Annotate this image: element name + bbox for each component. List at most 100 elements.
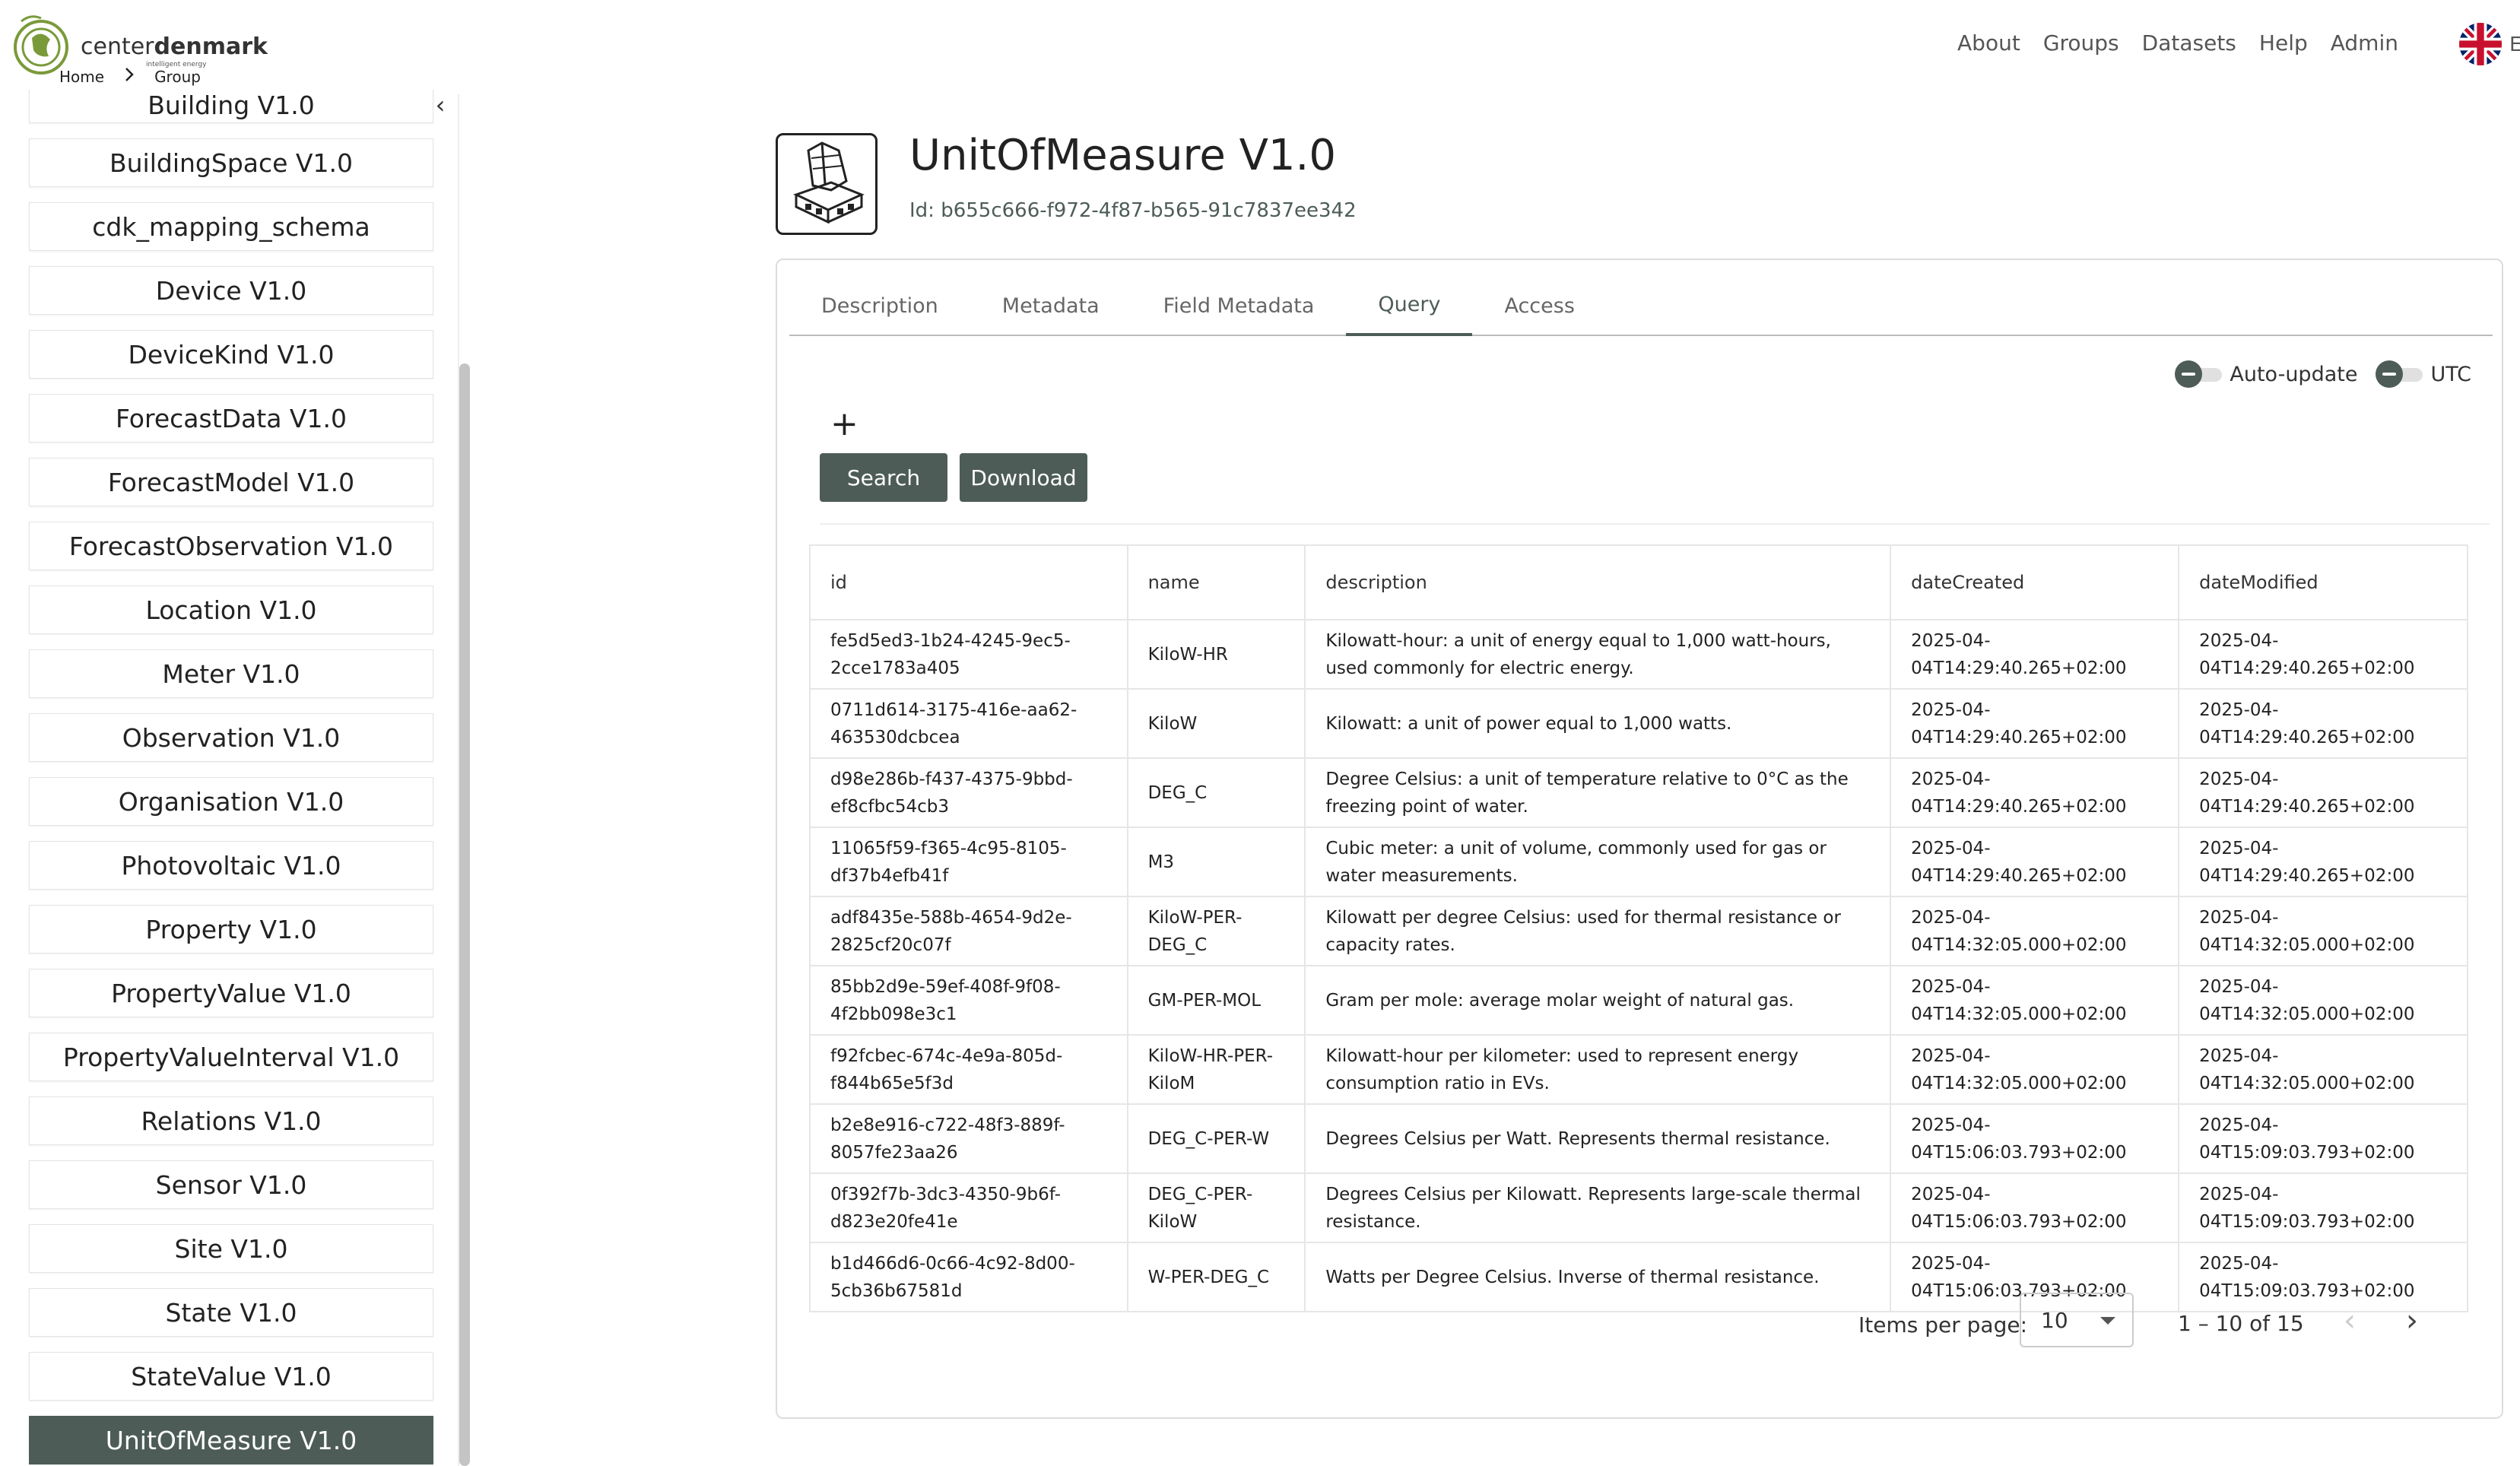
sidebar-item-buildingspace-v1-0[interactable]: BuildingSpace V1.0 xyxy=(29,138,433,187)
table-header-row: id name description dateCreated dateModi… xyxy=(809,544,2468,620)
cell-description: Kilowatt-hour per kilometer: used to rep… xyxy=(1304,1034,1892,1105)
tab-query[interactable]: Query xyxy=(1346,275,1473,336)
items-per-page-value: 10 xyxy=(2041,1308,2068,1333)
nav-help[interactable]: Help xyxy=(2259,30,2308,56)
sidebar-item-devicekind-v1-0[interactable]: DeviceKind V1.0 xyxy=(29,330,433,379)
breadcrumb-group[interactable]: Group xyxy=(154,68,201,86)
cell-name: KiloW-PER-DEG_C xyxy=(1126,896,1306,966)
sidebar-item-forecastdata-v1-0[interactable]: ForecastData V1.0 xyxy=(29,394,433,443)
sidebar-item-state-v1-0[interactable]: State V1.0 xyxy=(29,1288,433,1337)
sidebar-item-sensor-v1-0[interactable]: Sensor V1.0 xyxy=(29,1160,433,1209)
table-row[interactable]: adf8435e-588b-4654-9d2e-2825cf20c07f Kilo… xyxy=(809,896,2468,966)
dataset-card: Description Metadata Field Metadata Query Ac… xyxy=(776,259,2503,1419)
cell-id: fe5d5ed3-1b24-4245-9ec5-2cce1783a405 xyxy=(809,619,1128,690)
next-page-icon[interactable]: › xyxy=(2406,1303,2418,1338)
cell-datecreated: 2025-04-04T14:29:40.265+02:00 xyxy=(1890,619,2180,690)
column-header-name[interactable]: name xyxy=(1126,544,1306,620)
cell-name: GM-PER-MOL xyxy=(1126,965,1306,1036)
sidebar-item-propertyvalue-v1-0[interactable]: PropertyValue V1.0 xyxy=(29,969,433,1017)
sidebar-item-forecastmodel-v1-0[interactable]: ForecastModel V1.0 xyxy=(29,458,433,506)
cell-description: Kilowatt: a unit of power equal to 1,000… xyxy=(1304,688,1892,759)
cell-description: Degrees Celsius per Kilowatt. Represents… xyxy=(1304,1172,1892,1243)
sidebar-item-propertyvalueinterval-v1-0[interactable]: PropertyValueInterval V1.0 xyxy=(29,1033,433,1081)
table-row[interactable]: 85bb2d9e-59ef-408f-9f08-4f2bb098e3c1 GM-P… xyxy=(809,965,2468,1036)
sidebar-item-location-v1-0[interactable]: Location V1.0 xyxy=(29,585,433,634)
cell-id: 85bb2d9e-59ef-408f-9f08-4f2bb098e3c1 xyxy=(809,965,1128,1036)
paginator: Items per page: 10 1 – 10 of 15 ‹ › xyxy=(777,1293,2505,1353)
column-header-description[interactable]: description xyxy=(1304,544,1892,620)
cell-description: Degree Celsius: a unit of temperature re… xyxy=(1304,757,1892,828)
sidebar-item-cdk-mapping-schema[interactable]: cdk_mapping_schema xyxy=(29,202,433,251)
previous-page-icon[interactable]: ‹ xyxy=(2344,1303,2356,1338)
items-per-page-select[interactable]: 10 xyxy=(2020,1293,2134,1347)
language-label[interactable]: E xyxy=(2509,33,2520,56)
sidebar-item-relations-v1-0[interactable]: Relations V1.0 xyxy=(29,1096,433,1145)
uk-flag-icon[interactable] xyxy=(2459,23,2502,65)
sidebar-item-organisation-v1-0[interactable]: Organisation V1.0 xyxy=(29,777,433,826)
add-filter-icon[interactable]: + xyxy=(830,405,859,443)
items-per-page-label: Items per page: xyxy=(1858,1312,2028,1337)
table-row[interactable]: 11065f59-f365-4c95-8105-df37b4efb41f M3 Cu… xyxy=(809,827,2468,897)
cell-id: f92fcbec-674c-4e9a-805d-f844b65e5f3d xyxy=(809,1034,1128,1105)
breadcrumb: Home Group xyxy=(59,67,201,86)
collapse-sidebar-icon[interactable]: ‹ xyxy=(430,90,450,120)
cell-datemodified: 2025-04-04T15:09:03.793+02:00 xyxy=(2178,1103,2468,1174)
sidebar-scrollbar-thumb[interactable] xyxy=(459,363,470,1466)
sidebar-item-site-v1-0[interactable]: Site V1.0 xyxy=(29,1224,433,1273)
nav-about[interactable]: About xyxy=(1957,30,2020,56)
building-dataset-icon xyxy=(776,133,878,235)
sidebar-item-unitofmeasure-v1-0[interactable]: UnitOfMeasure V1.0 xyxy=(29,1416,433,1464)
table-row[interactable]: 0f392f7b-3dc3-4350-9b6f-d823e20fe41e DEG_… xyxy=(809,1172,2468,1243)
breadcrumb-home[interactable]: Home xyxy=(59,68,104,86)
tab-access[interactable]: Access xyxy=(1472,275,1606,336)
column-header-datecreated[interactable]: dateCreated xyxy=(1890,544,2180,620)
sidebar-item-device-v1-0[interactable]: Device V1.0 xyxy=(29,266,433,315)
column-header-datemodified[interactable]: dateModified xyxy=(2178,544,2468,620)
auto-update-toggle[interactable] xyxy=(2175,360,2223,388)
cell-datecreated: 2025-04-04T15:06:03.793+02:00 xyxy=(1890,1172,2180,1243)
tab-metadata[interactable]: Metadata xyxy=(970,275,1131,336)
page-title: UnitOfMeasure V1.0 xyxy=(909,131,1336,180)
auto-update-label: Auto-update xyxy=(2230,362,2358,386)
sidebar-item-property-v1-0[interactable]: Property V1.0 xyxy=(29,905,433,954)
cell-description: Kilowatt-hour: a unit of energy equal to… xyxy=(1304,619,1892,690)
search-button[interactable]: Search xyxy=(820,453,947,502)
column-header-id[interactable]: id xyxy=(809,544,1128,620)
sidebar-item-observation-v1-0[interactable]: Observation V1.0 xyxy=(29,713,433,762)
table-row[interactable]: f92fcbec-674c-4e9a-805d-f844b65e5f3d Kilo… xyxy=(809,1034,2468,1105)
cell-name: M3 xyxy=(1126,827,1306,897)
sidebar-item-forecastobservation-v1-0[interactable]: ForecastObservation V1.0 xyxy=(29,522,433,570)
cell-id: d98e286b-f437-4375-9bbd-ef8cfbc54cb3 xyxy=(809,757,1128,828)
tab-field-metadata[interactable]: Field Metadata xyxy=(1131,275,1347,336)
sidebar-item-photovoltaic-v1-0[interactable]: Photovoltaic V1.0 xyxy=(29,841,433,890)
sidebar-item-statevalue-v1-0[interactable]: StateValue V1.0 xyxy=(29,1352,433,1401)
cell-datecreated: 2025-04-04T14:29:40.265+02:00 xyxy=(1890,688,2180,759)
table-row[interactable]: b2e8e916-c722-48f3-889f-8057fe23aa26 DEG_… xyxy=(809,1103,2468,1174)
utc-toggle[interactable] xyxy=(2376,360,2423,388)
nav-datasets[interactable]: Datasets xyxy=(2142,30,2236,56)
dataset-id: Id: b655c666-f972-4f87-b565-91c7837ee342 xyxy=(909,199,1357,222)
cell-name: KiloW xyxy=(1126,688,1306,759)
cell-datemodified: 2025-04-04T14:29:40.265+02:00 xyxy=(2178,827,2468,897)
query-toggles: Auto-update UTC xyxy=(2175,360,2471,388)
download-button[interactable]: Download xyxy=(960,453,1087,502)
cell-datemodified: 2025-04-04T14:29:40.265+02:00 xyxy=(2178,688,2468,759)
sidebar-list: Building V1.0 BuildingSpace V1.0 cdk_mappi… xyxy=(29,90,433,1466)
cell-datemodified: 2025-04-04T14:29:40.265+02:00 xyxy=(2178,757,2468,828)
sidebar-item-meter-v1-0[interactable]: Meter V1.0 xyxy=(29,649,433,698)
tab-description[interactable]: Description xyxy=(789,275,970,336)
cell-description: Gram per mole: average molar weight of n… xyxy=(1304,965,1892,1036)
table-row[interactable]: fe5d5ed3-1b24-4245-9ec5-2cce1783a405 Kilo… xyxy=(809,619,2468,690)
nav-groups[interactable]: Groups xyxy=(2043,30,2119,56)
cell-datecreated: 2025-04-04T14:32:05.000+02:00 xyxy=(1890,896,2180,966)
caret-down-icon xyxy=(2100,1317,2115,1325)
cell-datecreated: 2025-04-04T14:29:40.265+02:00 xyxy=(1890,827,2180,897)
cell-id: adf8435e-588b-4654-9d2e-2825cf20c07f xyxy=(809,896,1128,966)
cell-description: Cubic meter: a unit of volume, commonly … xyxy=(1304,827,1892,897)
table-row[interactable]: 0711d614-3175-416e-aa62-463530dcbcea Kilo… xyxy=(809,688,2468,759)
cell-name: DEG_C xyxy=(1126,757,1306,828)
cell-id: 0711d614-3175-416e-aa62-463530dcbcea xyxy=(809,688,1128,759)
nav-admin[interactable]: Admin xyxy=(2331,30,2398,56)
sidebar-item-building-v1-0[interactable]: Building V1.0 xyxy=(29,90,433,123)
table-row[interactable]: d98e286b-f437-4375-9bbd-ef8cfbc54cb3 DEG_… xyxy=(809,757,2468,828)
